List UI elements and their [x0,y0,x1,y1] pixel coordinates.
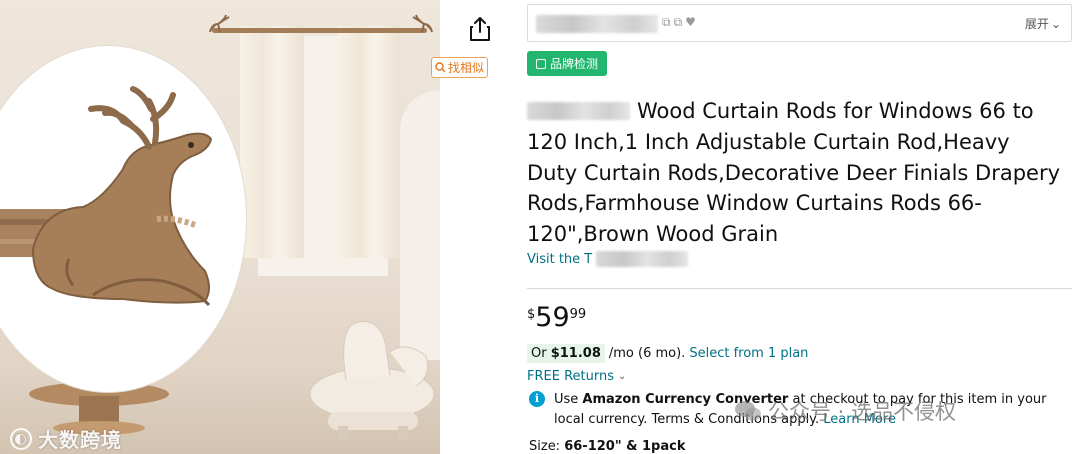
expand-label: 展开 [1024,17,1049,31]
deer-finial-right [412,14,433,33]
info-icon: i [529,391,545,407]
curtain-rod [212,28,427,33]
deer-finial-left [209,14,230,33]
watermark-left: ◐ 大数跨境 [10,424,122,453]
free-returns-label: FREE Returns [527,369,614,384]
copy-icon[interactable]: ⧉ [662,15,671,30]
financing-offer: Or $11.08 /mo (6 mo). Select from 1 plan [527,344,808,363]
monthly-payment-pill: Or $11.08 [527,344,605,363]
extension-top-bar: ⧉ ⧉ ♥ 展开 ⌄ [527,4,1072,42]
divider [527,288,1072,289]
price: $ 59 99 [527,301,586,335]
chevron-down-icon: ⌄ [1050,16,1061,31]
watermark-right: 公众号 · 选品不侵权 [734,396,956,426]
size-label: Size: [529,439,561,454]
expand-button[interactable]: 展开 ⌄ [1025,15,1061,32]
deer-finial-closeup [0,86,213,307]
blurred-brand-name [536,15,658,33]
price-fraction: 99 [569,307,587,322]
price-symbol: $ [527,307,536,322]
visit-store-link[interactable]: Visit the T [527,251,689,267]
heart-icon[interactable]: ♥ [685,15,696,30]
blurred-store-name [596,251,689,267]
curtain-panel-right [338,26,400,258]
search-icon [435,62,446,73]
watermark-right-text: 公众号 · 选品不侵权 [768,400,957,424]
find-similar-label: 找相似 [447,61,484,75]
chevron-down-icon: ⌄ [617,371,627,382]
brand-check-button[interactable]: 品牌检测 [527,51,607,76]
price-whole: 59 [535,302,570,333]
checkbox-icon [535,58,546,69]
curtain-panel-left [240,26,304,258]
find-similar-button[interactable]: 找相似 [431,57,488,78]
product-title: Wood Curtain Rods for Windows 66 to 120 … [527,99,1061,247]
size-selection: Size: 66-120" & 1pack [529,439,685,454]
product-image[interactable]: ◐ 大数跨境 [0,0,440,454]
watermark-logo-icon: ◐ [10,427,32,450]
wechat-icon [735,401,761,421]
lounge-chair [309,321,435,440]
deer-finial-zoom [0,46,246,392]
visit-store-label: Visit the T [527,251,593,267]
notice-text-start: Use [554,392,583,407]
size-value: 66-120" & 1pack [564,439,686,454]
free-returns-link[interactable]: FREE Returns ⌄ [527,369,626,384]
financing-prefix: Or [531,346,547,361]
brand-check-label: 品牌检测 [549,57,598,71]
monthly-amount: $11.08 [550,346,601,361]
copy-icon[interactable]: ⧉ [674,15,683,30]
top-bar-icons: ⧉ ⧉ ♥ [662,15,696,30]
select-plan-link[interactable]: Select from 1 plan [689,346,808,361]
watermark-left-text: 大数跨境 [38,428,122,452]
financing-term: /mo (6 mo). [608,346,686,361]
share-icon[interactable] [468,16,492,42]
